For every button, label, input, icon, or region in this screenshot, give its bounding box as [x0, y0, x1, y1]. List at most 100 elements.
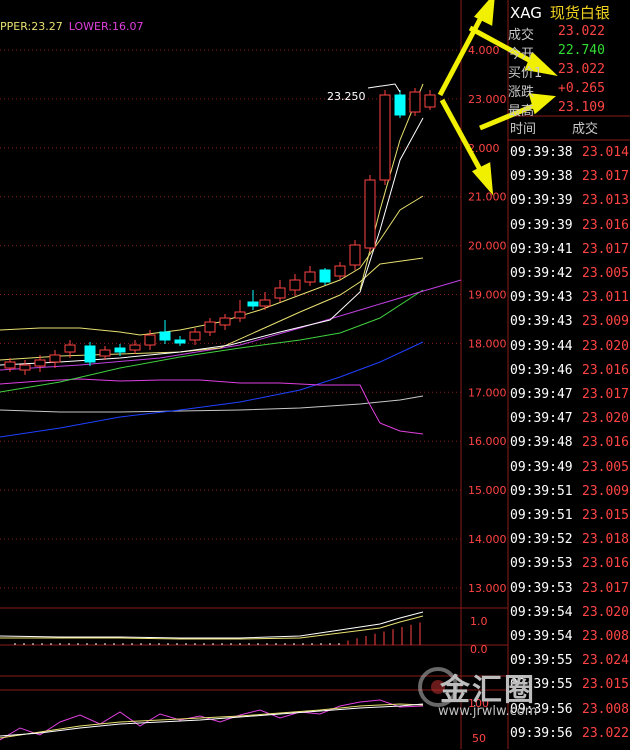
ticks-header-time: 时间 — [510, 122, 537, 137]
ma-yellow-lower — [0, 257, 424, 361]
candle-up — [274, 287, 286, 299]
tick-price: 23.016 — [582, 435, 629, 451]
tick-row[interactable]: 09:39:44 23.020 — [508, 339, 630, 363]
candle-up — [334, 265, 346, 277]
price-tick-label: 16.000 — [468, 435, 507, 448]
candle-down — [247, 301, 259, 307]
tick-price: 23.017 — [582, 387, 629, 402]
candle-up — [364, 179, 376, 249]
tick-price: 23.016 — [582, 362, 629, 378]
candle-down — [114, 347, 126, 353]
tick-row[interactable]: 09:39:43 23.011 — [508, 290, 630, 314]
tick-row[interactable]: 09:39:43 23.009 — [508, 314, 630, 338]
candle-up — [234, 311, 246, 319]
candle-down — [159, 331, 171, 341]
tick-time: 09:39:39 — [510, 193, 573, 209]
moving-averages — [0, 83, 462, 438]
tick-price: 23.017 — [582, 169, 629, 185]
tick-price: 23.005 — [582, 459, 629, 475]
tick-time: 09:39:42 — [510, 266, 573, 281]
tick-row[interactable]: 09:39:53 23.017 — [508, 581, 630, 605]
quote-label: 成交 — [508, 28, 535, 43]
tick-time: 09:39:53 — [510, 580, 573, 596]
candle-up — [99, 349, 111, 357]
price-tick-label: 13.000 — [468, 582, 507, 595]
tick-time: 09:39:56 — [510, 725, 573, 741]
tick-time: 09:39:54 — [510, 604, 573, 620]
candle-down — [84, 345, 96, 363]
tick-row[interactable]: 09:39:41 23.017 — [508, 242, 630, 266]
tick-row[interactable]: 09:39:52 23.018 — [508, 532, 630, 556]
tick-row[interactable]: 09:39:48 23.016 — [508, 435, 630, 459]
tick-row[interactable]: 09:39:56 23.022 — [508, 726, 630, 750]
candle-up — [144, 334, 156, 346]
tick-time: 09:39:47 — [510, 387, 573, 402]
tick-price: 23.017 — [582, 241, 629, 257]
tick-row[interactable]: 09:39:51 23.015 — [508, 508, 630, 532]
quote-value: +0.265 — [558, 81, 605, 96]
price-tick-label: 21.000 — [468, 191, 507, 204]
tick-price: 23.009 — [582, 314, 629, 330]
tick-price: 23.020 — [582, 338, 629, 354]
price-tick-label: 20.000 — [468, 240, 507, 253]
volume-tick-label: 1.0 — [470, 615, 488, 628]
tick-price: 23.017 — [582, 580, 629, 596]
tick-row[interactable]: 09:39:47 23.017 — [508, 387, 630, 411]
tick-price: 23.008 — [582, 629, 629, 644]
tick-price: 23.015 — [582, 677, 629, 693]
candle-up — [64, 344, 76, 353]
ma-magenta-line — [0, 378, 424, 435]
candle-up — [289, 279, 301, 291]
candle-down — [174, 339, 186, 344]
tick-row[interactable]: 09:39:38 23.014 — [508, 145, 630, 169]
oscillator — [0, 699, 424, 741]
high-price-label: 23.250 — [327, 90, 366, 103]
tick-row[interactable]: 09:39:39 23.013 — [508, 193, 630, 217]
tick-price: 23.008 — [582, 701, 629, 717]
candle-down — [319, 269, 331, 283]
quote-row: 今开 22.740 — [508, 43, 630, 62]
tick-row[interactable]: 09:39:46 23.016 — [508, 363, 630, 387]
tick-row[interactable]: 09:39:49 23.005 — [508, 460, 630, 484]
candle-down — [394, 94, 406, 116]
quote-row: 最高 23.109 — [508, 100, 630, 119]
tick-row[interactable]: 09:39:51 23.009 — [508, 484, 630, 508]
quote-value: 22.740 — [558, 43, 605, 58]
tick-row[interactable]: 09:39:39 23.016 — [508, 218, 630, 242]
tick-price: 23.024 — [582, 653, 629, 669]
watermark-url: www.jrwlw.com — [438, 704, 538, 719]
price-tick-label: 14.000 — [468, 533, 507, 546]
tick-row[interactable]: 09:39:54 23.020 — [508, 605, 630, 629]
tick-time: 09:39:51 — [510, 483, 573, 499]
symbol-code: XAG — [510, 4, 542, 22]
ma-white-line — [0, 395, 424, 413]
tick-price: 23.016 — [582, 556, 629, 572]
quote-panel: XAG 现货白银 成交 23.022 今开 22.740 买价1 23.022 涨跌 +0.26… — [508, 0, 630, 749]
candle-up — [189, 331, 201, 341]
tick-time: 09:39:48 — [510, 435, 573, 451]
tick-row[interactable]: 09:39:47 23.020 — [508, 411, 630, 435]
tick-row[interactable]: 09:39:38 23.017 — [508, 169, 630, 193]
tick-time: 09:39:47 — [510, 411, 573, 427]
tick-row[interactable]: 09:39:53 23.016 — [508, 556, 630, 580]
tick-row[interactable]: 09:39:42 23.005 — [508, 266, 630, 290]
quote-label: 涨跌 — [508, 85, 535, 100]
candle-up — [424, 94, 436, 108]
tick-price: 23.014 — [582, 145, 629, 160]
tick-time: 09:39:38 — [510, 169, 573, 185]
upper-band-value: PPER:23.27 — [0, 20, 63, 33]
candle-up — [259, 299, 271, 307]
candle-up — [4, 361, 16, 369]
watermark-text: 金汇圈 — [440, 673, 536, 708]
tick-price: 23.020 — [582, 604, 629, 620]
tick-row[interactable]: 09:39:54 23.008 — [508, 629, 630, 653]
candle-up — [19, 364, 31, 371]
quote-row: 成交 23.022 — [508, 24, 630, 43]
symbol-name: 现货白银 — [549, 4, 610, 22]
quote-label: 买价1 — [508, 66, 543, 81]
tick-time: 09:39:38 — [510, 145, 573, 160]
symbol-title: XAG 现货白银 — [510, 2, 610, 23]
candlesticks — [4, 83, 436, 375]
candle-up — [304, 271, 316, 283]
tick-price: 23.015 — [582, 508, 629, 523]
